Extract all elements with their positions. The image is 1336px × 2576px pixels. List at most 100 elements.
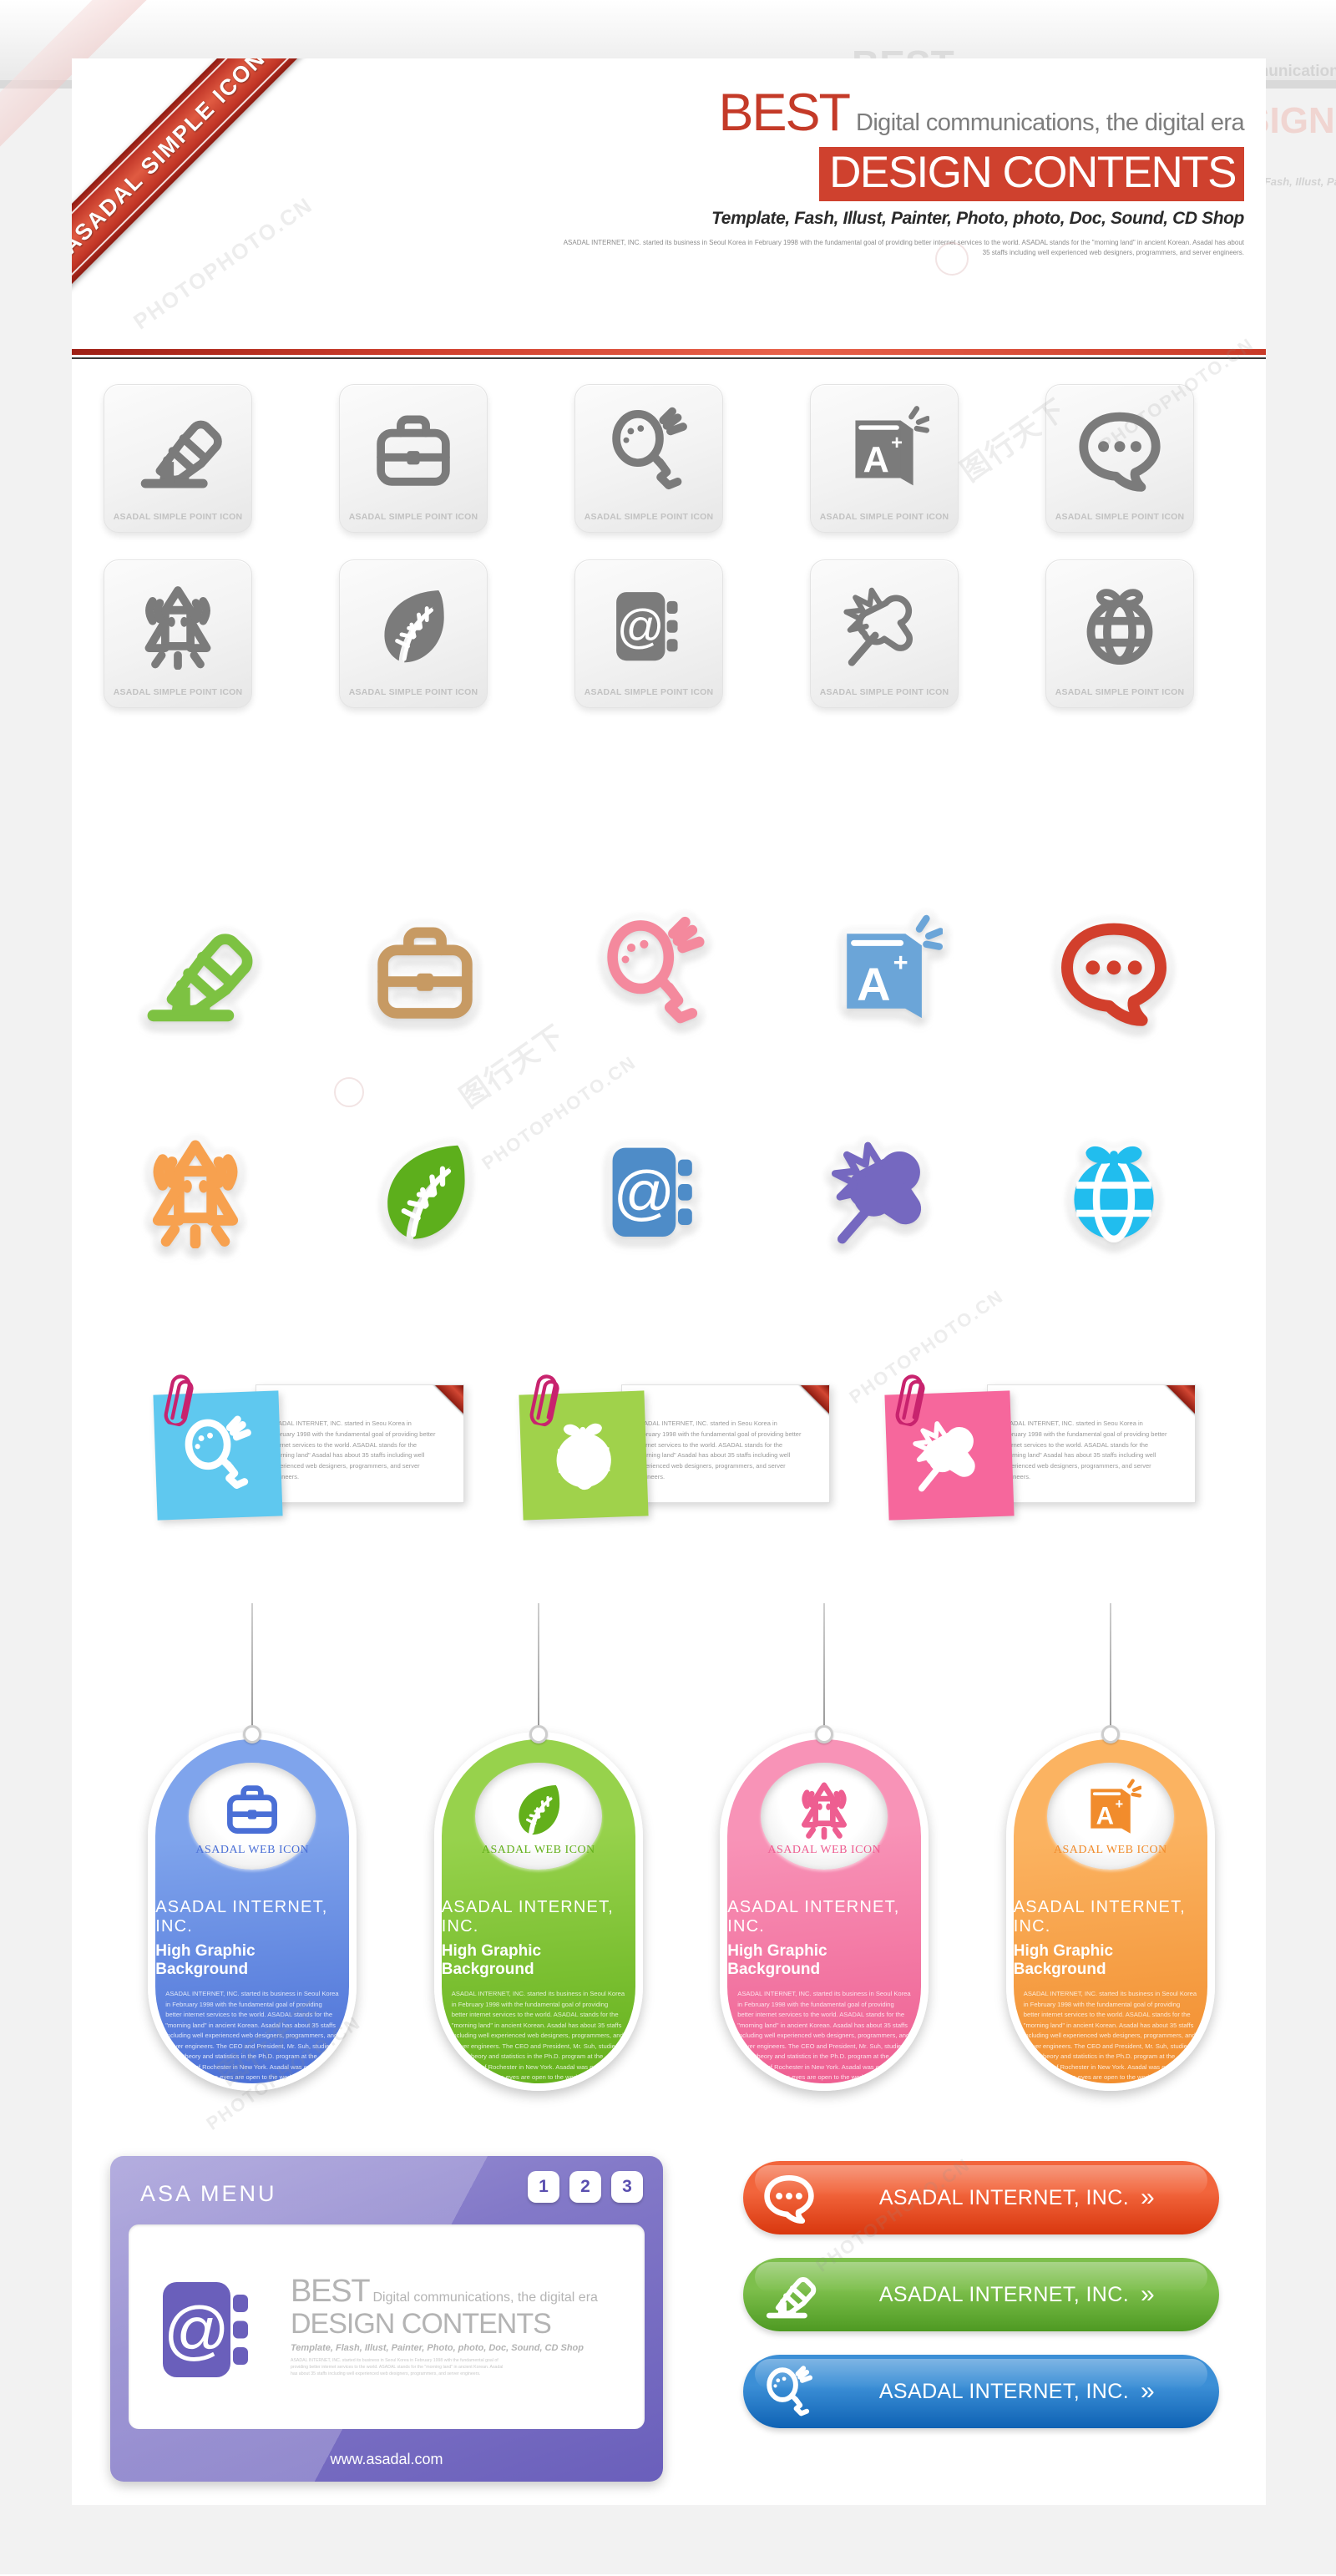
- header-text-block: BEST Digital communications, the digital…: [559, 87, 1245, 258]
- asa-menu-panel[interactable]: ASA MENU 123 @ BEST Digital communicatio…: [110, 2156, 663, 2482]
- svg-text:A: A: [857, 958, 890, 1010]
- header-rule-red: [72, 349, 1266, 355]
- tag-description: ASADAL INTERNET, INC. started its busine…: [451, 1990, 625, 2082]
- hanging-tag[interactable]: ASADAL WEB ICON ASADAL INTERNET, INC. High…: [694, 1603, 955, 2091]
- sticky-note[interactable]: ASADAL INTERNET, INC. started in Seou Ko…: [513, 1369, 830, 1521]
- header-rule-dark: [72, 357, 1266, 359]
- pencil-icon: [743, 2267, 835, 2322]
- cta-button[interactable]: ASADAL INTERNET, INC. »: [743, 2355, 1219, 2428]
- gray-icon-tile[interactable]: ASADAL SIMPLE POINT ICON: [1045, 384, 1194, 533]
- asa-menu-pager[interactable]: 123: [528, 2171, 643, 2203]
- cta-button[interactable]: ASADAL INTERNET, INC. »: [743, 2258, 1219, 2331]
- tag-description: ASADAL INTERNET, INC. started its busine…: [737, 1990, 911, 2082]
- gray-icon-tile[interactable]: ASADAL SIMPLE POINT ICON: [574, 384, 723, 533]
- chevron-double-right-icon: »: [1141, 2280, 1156, 2308]
- note-corner-ribbon: [1150, 1385, 1195, 1420]
- hanging-tag[interactable]: ASADAL WEB ICON ASADAL INTERNET, INC. High…: [122, 1603, 383, 2091]
- asa-menu-page-3[interactable]: 3: [611, 2171, 643, 2203]
- sticky-note[interactable]: ASADAL INTERNET, INC. started in Seou Ko…: [878, 1369, 1196, 1521]
- briefcase-icon: [340, 400, 487, 498]
- book-a-plus-icon: A +: [1080, 1776, 1141, 1841]
- tag-title: ASADAL INTERNET, INC.: [727, 1898, 900, 1936]
- briefcase-icon: [367, 913, 483, 1034]
- speech-bubble-icon: [743, 2170, 835, 2225]
- leaf-icon: [340, 575, 487, 674]
- gray-icon-label: ASADAL SIMPLE POINT ICON: [113, 687, 243, 697]
- svg-text:A: A: [1096, 1802, 1113, 1830]
- color-icon-item[interactable]: [1036, 1112, 1191, 1271]
- rocket-icon: [793, 1776, 855, 1841]
- leaf-icon: [367, 1131, 483, 1253]
- magnifier-icon: [596, 913, 713, 1034]
- color-icon-item[interactable]: [1036, 893, 1191, 1052]
- color-icon-item[interactable]: A +: [807, 893, 961, 1052]
- asa-menu-page-2[interactable]: 2: [569, 2171, 601, 2203]
- gray-icon-label: ASADAL SIMPLE POINT ICON: [819, 512, 949, 522]
- asa-menu-content-card: @ BEST Digital communications, the digit…: [129, 2224, 645, 2429]
- gray-icon-tile[interactable]: ASADAL SIMPLE POINT ICON: [810, 559, 959, 708]
- color-icon-item[interactable]: [119, 893, 273, 1052]
- cta-button-label: ASADAL INTERNET, INC. »: [835, 2379, 1219, 2404]
- chevron-double-right-icon: »: [1141, 2377, 1156, 2405]
- gray-icon-label: ASADAL SIMPLE POINT ICON: [348, 512, 478, 522]
- svg-text:+: +: [1115, 1797, 1123, 1812]
- note-corner-ribbon: [784, 1385, 829, 1420]
- gray-icon-tile[interactable]: ASADAL SIMPLE POINT ICON: [339, 384, 488, 533]
- cta-button-label: ASADAL INTERNET, INC. »: [835, 2185, 1219, 2210]
- address-book-at-icon: @: [575, 575, 722, 674]
- gray-icon-tile[interactable]: @ ASADAL SIMPLE POINT ICON: [574, 559, 723, 708]
- book-a-plus-icon: A +: [811, 400, 958, 498]
- gray-icon-label: ASADAL SIMPLE POINT ICON: [1055, 687, 1185, 697]
- gray-icon-label: ASADAL SIMPLE POINT ICON: [584, 512, 714, 522]
- corner-ribbon: ASADAL SIMPLE ICON: [72, 58, 320, 308]
- gray-icon-row-1: ASADAL SIMPLE POINT ICON ASADAL SIMPLE PO…: [72, 384, 1266, 533]
- color-icon-item[interactable]: [348, 1112, 503, 1271]
- gray-icon-label: ASADAL SIMPLE POINT ICON: [1055, 512, 1185, 522]
- sticky-note[interactable]: ASADAL INTERNET, INC. started in Seou Ko…: [147, 1369, 464, 1521]
- cta-button-label: ASADAL INTERNET, INC. »: [835, 2282, 1219, 2307]
- asa-fine-print: ASADAL INTERNET, INC. started its busine…: [291, 2357, 504, 2377]
- tag-string: [537, 1603, 539, 1728]
- color-icon-item[interactable]: [578, 893, 732, 1052]
- speech-bubble-icon: [1046, 400, 1193, 498]
- color-icon-item[interactable]: @: [578, 1112, 732, 1271]
- tag-description: ASADAL INTERNET, INC. started its busine…: [1023, 1990, 1197, 2082]
- asa-menu-page-1[interactable]: 1: [528, 2171, 559, 2203]
- asa-design-text: DESIGN CONTENTS: [291, 2308, 552, 2341]
- tag-subtitle: High Graphic Background: [155, 1942, 256, 1979]
- sticky-note-text: ASADAL INTERNET, INC. started in Seou Ko…: [270, 1420, 436, 1480]
- sheet-header: BEST Digital communications, the digital…: [72, 58, 1266, 317]
- pencil-icon: [137, 913, 254, 1034]
- svg-text:@: @: [617, 600, 665, 653]
- pencil-icon: [104, 400, 251, 498]
- tag-grommet: [1101, 1725, 1120, 1743]
- address-book-at-icon: @: [596, 1131, 713, 1253]
- cta-button[interactable]: ASADAL INTERNET, INC. »: [743, 2161, 1219, 2234]
- hanging-tag[interactable]: ASADAL WEB ICON ASADAL INTERNET, INC. High…: [408, 1603, 670, 2091]
- tag-body: ASADAL WEB ICON ASADAL INTERNET, INC. High…: [720, 1732, 929, 2091]
- color-icon-item[interactable]: [807, 1112, 961, 1271]
- gray-icon-tile[interactable]: ASADAL SIMPLE POINT ICON: [1045, 559, 1194, 708]
- gray-icon-tile[interactable]: ASADAL SIMPLE POINT ICON: [104, 559, 252, 708]
- cta-label-text: ASADAL INTERNET, INC.: [878, 2185, 1130, 2209]
- book-a-plus-icon: A +: [826, 913, 944, 1034]
- gray-icon-tile[interactable]: A + ASADAL SIMPLE POINT ICON: [810, 384, 959, 533]
- tag-medal-label: ASADAL WEB ICON: [1053, 1843, 1167, 1856]
- gray-icon-tile[interactable]: ASADAL SIMPLE POINT ICON: [339, 559, 488, 708]
- asa-menu-url[interactable]: www.asadal.com: [110, 2451, 663, 2468]
- tag-subtitle: High Graphic Background: [1013, 1942, 1114, 1979]
- tag-grommet: [529, 1725, 548, 1743]
- tag-medal: ASADAL WEB ICON: [761, 1763, 888, 1870]
- briefcase-icon: [221, 1776, 283, 1841]
- gray-icon-tile[interactable]: ASADAL SIMPLE POINT ICON: [104, 384, 252, 533]
- color-icon-item[interactable]: [348, 893, 503, 1052]
- sticky-note-text: ASADAL INTERNET, INC. started in Seou Ko…: [635, 1420, 802, 1480]
- gray-icon-label: ASADAL SIMPLE POINT ICON: [819, 687, 949, 697]
- hanging-tag[interactable]: A + ASADAL WEB ICON ASADAL INTERNET, INC. Hi…: [980, 1603, 1242, 2091]
- asa-menu-title: ASA MENU: [140, 2181, 277, 2206]
- tag-subtitle: High Graphic Background: [727, 1942, 827, 1979]
- color-icon-item[interactable]: [119, 1112, 273, 1271]
- tag-title: ASADAL INTERNET, INC.: [155, 1898, 328, 1936]
- svg-text:@: @: [613, 1159, 675, 1227]
- gray-icon-label: ASADAL SIMPLE POINT ICON: [584, 687, 714, 697]
